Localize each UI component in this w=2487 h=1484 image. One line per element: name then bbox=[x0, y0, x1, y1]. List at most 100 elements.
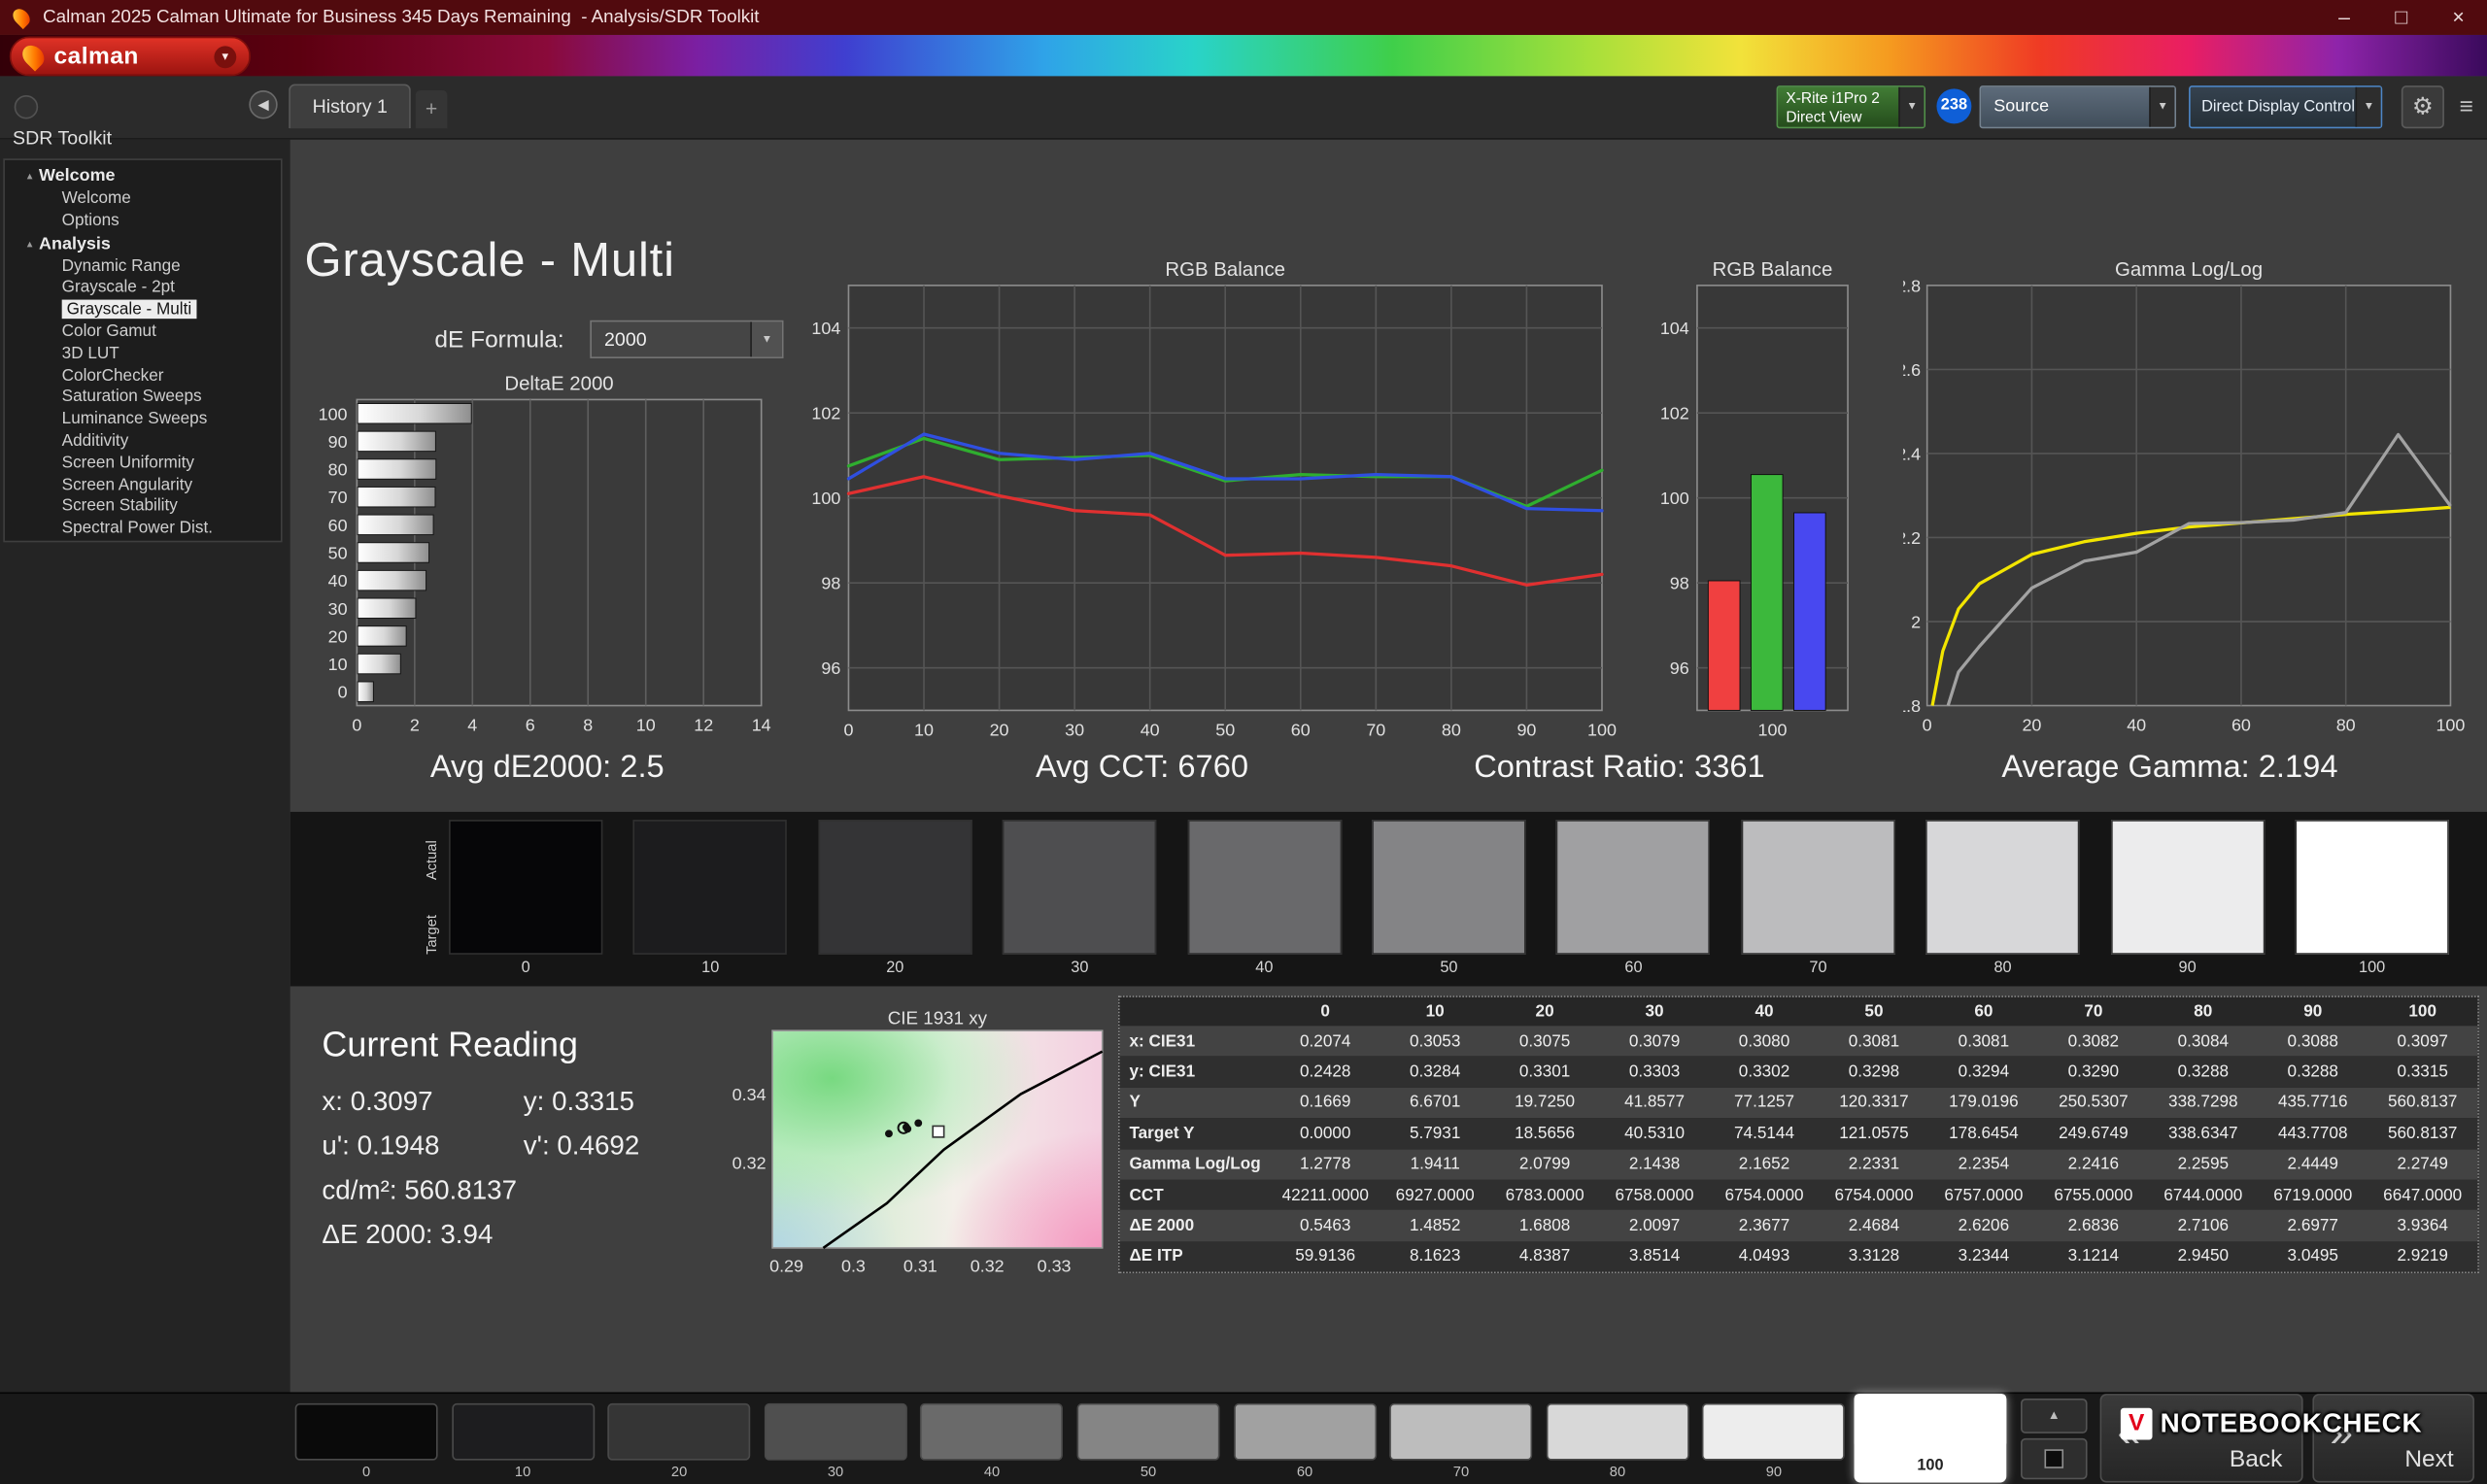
sidebar-item-dynamic-range[interactable]: Dynamic Range bbox=[5, 256, 281, 279]
table-cell: 0.3294 bbox=[1958, 1062, 2010, 1082]
menu-button[interactable]: ≡ bbox=[2450, 85, 2482, 128]
display-control-dropdown[interactable]: Direct Display Control ▼ bbox=[2189, 85, 2383, 129]
table-cell: 179.0196 bbox=[1949, 1093, 2019, 1113]
patch-button-0[interactable]: 0 bbox=[294, 1402, 438, 1479]
patch-button-40[interactable]: 40 bbox=[920, 1402, 1064, 1479]
table-cell: 0.3081 bbox=[1958, 1031, 2010, 1051]
patch-button-50[interactable]: 50 bbox=[1076, 1402, 1220, 1479]
swatch-color bbox=[1925, 820, 2080, 955]
svg-text:30: 30 bbox=[328, 599, 348, 619]
svg-text:20: 20 bbox=[2022, 716, 2041, 735]
stop-measure-button[interactable] bbox=[2020, 1437, 2088, 1480]
svg-text:14: 14 bbox=[752, 716, 771, 735]
svg-text:8: 8 bbox=[583, 716, 593, 735]
table-row-label: ΔE 2000 bbox=[1129, 1216, 1195, 1235]
table-col-header: 100 bbox=[2408, 1001, 2437, 1022]
table-col-header: 10 bbox=[1425, 1001, 1445, 1022]
sidebar-item-screen-stability[interactable]: Screen Stability bbox=[5, 497, 281, 520]
sidebar-group-analysis[interactable]: ▴ Analysis bbox=[5, 232, 281, 255]
sidebar-item-welcome[interactable]: Welcome bbox=[5, 188, 281, 211]
new-tab-button[interactable]: + bbox=[415, 90, 448, 129]
sidebar-tree: ▴ Welcome Welcome Options ▴ Analysis Dynamic R… bbox=[3, 158, 283, 543]
sidebar-item-luminance-sweeps[interactable]: Luminance Sweeps bbox=[5, 410, 281, 432]
svg-text:0.3: 0.3 bbox=[841, 1256, 866, 1275]
patch-row: ▲ « Back » Next V NOTEBOOKCHECK 0 10 20 30 4… bbox=[0, 1392, 2487, 1484]
rgb-balance-line-chart: 0 10 20 30 40 50 60 70 80 90 100 96 98 100 102 104 bbox=[811, 285, 1617, 740]
calman-logo-button[interactable]: calman ▾ bbox=[9, 36, 251, 77]
patch-color bbox=[1076, 1402, 1220, 1461]
patch-button-100[interactable]: 100 bbox=[1854, 1394, 2007, 1483]
sidebar-item-grayscale-multi[interactable]: Grayscale - Multi bbox=[5, 299, 281, 322]
display-control-label: Direct Display Control bbox=[2201, 98, 2356, 117]
svg-text:20: 20 bbox=[990, 721, 1009, 740]
patch-button-20[interactable]: 20 bbox=[607, 1402, 751, 1480]
maximize-button[interactable]: □ bbox=[2372, 0, 2430, 35]
sidebar-group-welcome[interactable]: ▴ Welcome bbox=[5, 165, 281, 188]
table-cell: 0.3284 bbox=[1409, 1062, 1461, 1082]
chevron-down-icon: ▼ bbox=[1898, 86, 1925, 127]
swatch-color bbox=[818, 820, 972, 955]
swatch-label: 30 bbox=[1071, 959, 1089, 977]
de-formula-dropdown[interactable]: 2000 ▼ bbox=[590, 320, 784, 358]
table-cell: 41.8577 bbox=[1624, 1093, 1686, 1113]
chevron-down-icon: ▾ bbox=[214, 45, 237, 68]
patch-button-10[interactable]: 10 bbox=[451, 1402, 595, 1479]
patch-button-30[interactable]: 30 bbox=[764, 1402, 907, 1479]
sidebar-item-grayscale-2pt[interactable]: Grayscale - 2pt bbox=[5, 278, 281, 300]
table-row: x: CIE31 0.2074 0.3053 0.3075 0.3079 0.3080 0.… bbox=[1119, 1026, 2478, 1057]
table-row-label: Y bbox=[1129, 1093, 1141, 1113]
sidebar-item-screen-uniformity[interactable]: Screen Uniformity bbox=[5, 454, 281, 476]
minimize-button[interactable]: – bbox=[2316, 0, 2373, 35]
svg-text:60: 60 bbox=[1291, 721, 1311, 740]
table-cell: 2.3677 bbox=[1738, 1216, 1790, 1235]
patch-button-90[interactable]: 90 bbox=[1702, 1402, 1846, 1479]
table-row: Gamma Log/Log 1.2778 1.9411 2.0799 2.1438 2.1… bbox=[1119, 1148, 2478, 1180]
settings-gear-button[interactable]: ⚙ bbox=[2401, 85, 2444, 129]
sidebar-item-3d-lut[interactable]: 3D LUT bbox=[5, 344, 281, 366]
grayscale-swatch-90: 90 bbox=[2110, 820, 2265, 977]
meter-dropdown[interactable]: X-Rite i1Pro 2 Direct View ▼ bbox=[1776, 85, 1926, 129]
spectrum-strip bbox=[0, 34, 2487, 77]
patch-button-80[interactable]: 80 bbox=[1546, 1402, 1689, 1479]
svg-text:1.8: 1.8 bbox=[1903, 696, 1921, 716]
swatch-strip-cells: Actual Target 0 10 20 30 40 50 60 70 80 90 100 bbox=[290, 811, 2487, 987]
titlebar: Calman 2025 Calman Ultimate for Business… bbox=[0, 0, 2487, 35]
patch-button-70[interactable]: 70 bbox=[1389, 1402, 1533, 1479]
close-button[interactable]: × bbox=[2430, 0, 2487, 35]
table-row-label: x: CIE31 bbox=[1129, 1031, 1196, 1051]
window-controls: – □ × bbox=[2316, 0, 2487, 35]
expand-patch-panel-button[interactable]: ▲ bbox=[2020, 1398, 2088, 1433]
table-cell: 0.3053 bbox=[1409, 1031, 1461, 1051]
meter-mode: Direct View bbox=[1786, 108, 1862, 126]
svg-text:0.33: 0.33 bbox=[1038, 1256, 1072, 1275]
grayscale-swatch-70: 70 bbox=[1741, 820, 1895, 977]
svg-text:96: 96 bbox=[821, 658, 840, 678]
patch-color bbox=[1546, 1402, 1689, 1461]
table-cell: 2.2595 bbox=[2177, 1154, 2230, 1174]
table-cell: 2.6836 bbox=[2067, 1216, 2120, 1235]
patch-button-60[interactable]: 60 bbox=[1233, 1402, 1377, 1479]
collapse-sidebar-button[interactable]: ◀ bbox=[249, 90, 278, 119]
table-row: Target Y 0.0000 5.7931 18.5656 40.5310 74.514… bbox=[1119, 1118, 2478, 1149]
table-cell: 6744.0000 bbox=[2163, 1185, 2243, 1205]
table-cell: 1.9411 bbox=[1410, 1154, 1460, 1174]
sidebar-item-options[interactable]: Options bbox=[5, 211, 281, 233]
sidebar-item-additivity[interactable]: Additivity bbox=[5, 431, 281, 454]
table-col-header: 80 bbox=[2194, 1001, 2213, 1022]
table-cell: 59.9136 bbox=[1295, 1246, 1356, 1266]
table-cell: 1.6808 bbox=[1518, 1216, 1571, 1235]
table-cell: 560.8137 bbox=[2387, 1093, 2458, 1113]
sidebar-item-spectral-power-dist[interactable]: Spectral Power Dist. bbox=[5, 519, 281, 541]
sidebar-item-saturation-sweeps[interactable]: Saturation Sweeps bbox=[5, 388, 281, 410]
source-dropdown[interactable]: Source ▼ bbox=[1979, 85, 2176, 129]
back-button[interactable]: « Back bbox=[2099, 1394, 2303, 1483]
patch-color bbox=[1854, 1394, 2007, 1448]
tree-expand-icon: ▴ bbox=[26, 238, 33, 251]
table-cell: 178.6454 bbox=[1949, 1124, 2019, 1143]
sidebar-item-colorchecker[interactable]: ColorChecker bbox=[5, 365, 281, 388]
sidebar-item-color-gamut[interactable]: Color Gamut bbox=[5, 321, 281, 344]
tab-history[interactable]: History 1 bbox=[289, 84, 412, 129]
next-button[interactable]: » Next bbox=[2312, 1394, 2474, 1483]
patch-label: 20 bbox=[670, 1463, 688, 1480]
sidebar-item-screen-angularity[interactable]: Screen Angularity bbox=[5, 475, 281, 497]
